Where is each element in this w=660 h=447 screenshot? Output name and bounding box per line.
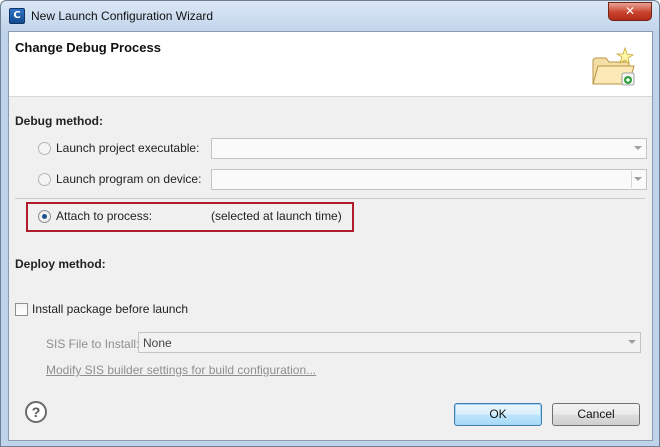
chevron-down-icon <box>628 340 636 344</box>
launch-executable-radio[interactable] <box>38 141 51 155</box>
attach-process-option[interactable]: Attach to process: <box>38 209 152 223</box>
ok-button[interactable]: OK <box>454 403 542 426</box>
dialog-window: C New Launch Configuration Wizard ✕ Chan… <box>0 0 660 447</box>
launch-executable-dropdown[interactable] <box>211 138 647 159</box>
attach-process-label: Attach to process: <box>56 209 153 223</box>
launch-device-dropdown[interactable] <box>211 169 647 190</box>
cancel-button[interactable]: Cancel <box>552 403 640 426</box>
sis-file-value: None <box>143 336 172 350</box>
dropdown-divider <box>631 171 632 188</box>
deploy-method-heading: Deploy method: <box>15 257 106 271</box>
sis-file-label: SIS File to Install: <box>46 337 140 351</box>
app-icon: C <box>9 8 25 24</box>
title-bar[interactable]: C New Launch Configuration Wizard ✕ <box>1 1 659 31</box>
launch-device-option[interactable]: Launch program on device: <box>38 172 201 186</box>
launch-executable-label: Launch project executable: <box>56 141 200 155</box>
window-title: New Launch Configuration Wizard <box>31 9 214 23</box>
launch-executable-option[interactable]: Launch project executable: <box>38 141 199 155</box>
folder-wizard-icon <box>592 46 635 86</box>
launch-device-radio[interactable] <box>38 172 51 186</box>
launch-device-label: Launch program on device: <box>56 172 202 186</box>
attach-process-note: (selected at launch time) <box>211 209 342 223</box>
wizard-header: Change Debug Process <box>9 32 652 97</box>
close-button[interactable]: ✕ <box>608 2 652 21</box>
sis-file-dropdown[interactable]: None <box>138 332 641 353</box>
install-package-label: Install package before launch <box>32 302 189 316</box>
attach-process-radio[interactable] <box>38 209 51 223</box>
install-package-option[interactable]: Install package before launch <box>15 302 188 316</box>
chevron-down-icon <box>634 177 642 181</box>
modify-sis-settings-link[interactable]: Modify SIS builder settings for build co… <box>46 363 316 377</box>
install-package-checkbox[interactable] <box>15 302 28 316</box>
dialog-client-area: Change Debug Process Debug method: Launc… <box>8 31 653 441</box>
page-title: Change Debug Process <box>15 40 161 55</box>
help-icon[interactable]: ? <box>25 401 47 423</box>
chevron-down-icon <box>634 146 642 150</box>
debug-method-heading: Debug method: <box>15 114 103 128</box>
separator <box>15 198 645 199</box>
